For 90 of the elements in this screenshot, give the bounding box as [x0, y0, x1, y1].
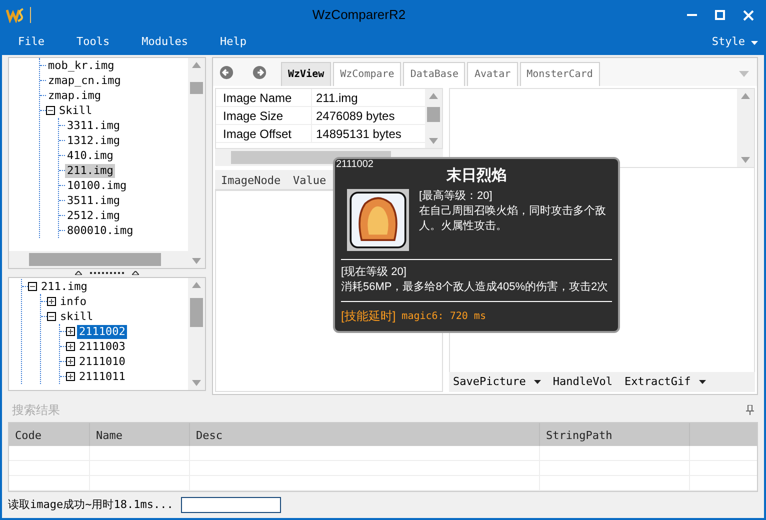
delay-label: [技能延时]	[341, 308, 396, 325]
tree-item[interactable]: 1312.img	[65, 134, 122, 148]
scroll-up-icon[interactable]	[192, 62, 201, 68]
expand-icon[interactable]	[66, 342, 75, 351]
tree-item[interactable]: 410.img	[65, 148, 116, 162]
scroll-thumb[interactable]	[190, 82, 203, 94]
skill-effect: 消耗56MP，最多给8个敌人造成405%的伤害，攻击2次	[341, 280, 610, 295]
scroll-down-icon[interactable]	[429, 138, 438, 144]
tree-item[interactable]: 211.img	[65, 164, 116, 178]
column-header[interactable]: Desc	[190, 423, 540, 446]
scroll-down-icon[interactable]	[192, 258, 201, 264]
property-value: 211.img	[315, 90, 358, 106]
window-title: WzComparerR2	[311, 6, 407, 24]
column-header[interactable]: Name	[90, 423, 190, 446]
collapse-icon[interactable]	[47, 312, 56, 321]
toolbar-button[interactable]: SavePicture	[453, 374, 526, 390]
column-header[interactable]: StringPath	[540, 423, 690, 446]
expand-icon[interactable]	[66, 327, 75, 336]
tree-item[interactable]: 2512.img	[65, 208, 122, 222]
close-icon[interactable]	[743, 10, 754, 20]
vertical-scrollbar[interactable]	[737, 89, 754, 167]
caret-icon	[751, 40, 758, 44]
tree-item[interactable]: 2111010	[77, 354, 128, 368]
max-level-text: [最高等级：20]	[419, 189, 494, 204]
tree-item[interactable]: 10100.img	[65, 178, 129, 192]
tab[interactable]: DataBase	[403, 62, 466, 86]
tree-item[interactable]: 2111002	[77, 324, 128, 338]
tree-item[interactable]: skill	[58, 310, 96, 324]
tree-item[interactable]: Skill	[57, 104, 94, 118]
column-header[interactable]: ImageNode	[215, 170, 287, 189]
collapse-icon[interactable]	[28, 282, 37, 291]
vertical-scrollbar[interactable]	[188, 278, 205, 390]
collapse-icon[interactable]	[46, 106, 55, 115]
tab[interactable]: WzView	[281, 62, 332, 86]
skill-title: 末日烈焰	[446, 167, 506, 185]
delay-value: magic6: 720 ms	[402, 310, 486, 324]
property-value: 2476089 bytes	[315, 108, 395, 124]
menu-item[interactable]: Modules	[142, 34, 188, 51]
property-value: 14895131 bytes	[315, 126, 402, 142]
caret-icon[interactable]	[534, 380, 541, 384]
tree-item[interactable]: zmap_cn.img	[46, 74, 123, 88]
tab[interactable]: Avatar	[467, 62, 518, 86]
scroll-up-icon[interactable]	[429, 93, 438, 99]
property-name: Image Offset	[216, 125, 312, 142]
caret-icon[interactable]	[698, 380, 706, 384]
status-text: 读取image成功~用时18.1ms...	[8, 496, 174, 513]
tree-item[interactable]: zmap.img	[46, 88, 103, 102]
vertical-scrollbar[interactable]	[425, 89, 442, 148]
scroll-thumb[interactable]	[190, 298, 203, 327]
tree-item[interactable]: 800010.img	[65, 224, 136, 238]
current-level-text: [现在等级 20]	[341, 265, 408, 280]
style-menu[interactable]: Style	[712, 34, 758, 51]
expand-icon[interactable]	[66, 372, 75, 381]
column-header[interactable]: Code	[9, 423, 90, 446]
menu-item[interactable]: Tools	[76, 34, 110, 51]
tree-item[interactable]: 2111003	[77, 340, 128, 354]
maximize-icon[interactable]	[715, 10, 725, 20]
scroll-down-icon[interactable]	[192, 380, 201, 386]
expand-icon[interactable]	[47, 297, 56, 306]
scroll-up-icon[interactable]	[741, 93, 750, 99]
scroll-down-icon[interactable]	[741, 157, 750, 163]
status-field[interactable]	[181, 497, 282, 513]
skill-description: 在自己周围召唤火焰，同时攻击多个敌人。火属性攻击。	[419, 204, 606, 234]
property-name: Image Size	[216, 107, 312, 124]
vertical-scrollbar[interactable]	[188, 58, 205, 268]
menu-item[interactable]: Help	[220, 34, 246, 51]
app-logo-icon	[6, 7, 24, 23]
property-name: Image Name	[216, 89, 312, 106]
forward-icon[interactable]	[252, 65, 267, 80]
pin-icon[interactable]	[746, 405, 754, 415]
scroll-thumb[interactable]	[29, 253, 161, 266]
scroll-up-icon[interactable]	[192, 282, 201, 288]
back-icon[interactable]	[219, 65, 234, 80]
tab[interactable]: MonsterCard	[520, 62, 600, 86]
horizontal-scrollbar[interactable]	[9, 251, 188, 268]
tab[interactable]: WzCompare	[333, 62, 402, 86]
scroll-thumb[interactable]	[427, 107, 440, 122]
toolbar-button[interactable]: ExtractGif	[624, 374, 691, 390]
menu-item[interactable]: File	[18, 34, 44, 51]
tree-item[interactable]: info	[58, 294, 88, 308]
skill-icon	[347, 189, 409, 251]
tree-item[interactable]: mob_kr.img	[46, 58, 116, 72]
panel-title: 搜索结果	[12, 402, 61, 419]
tree-item[interactable]: 211.img	[39, 280, 90, 294]
expand-icon[interactable]	[66, 357, 75, 366]
toolbar-button[interactable]: HandleVol	[552, 374, 612, 390]
tree-item[interactable]: 2111011	[77, 370, 128, 384]
tree-item[interactable]: 3511.img	[65, 194, 122, 208]
skill-id: 2111002	[336, 159, 374, 171]
tree-item[interactable]: 3311.img	[65, 118, 122, 132]
